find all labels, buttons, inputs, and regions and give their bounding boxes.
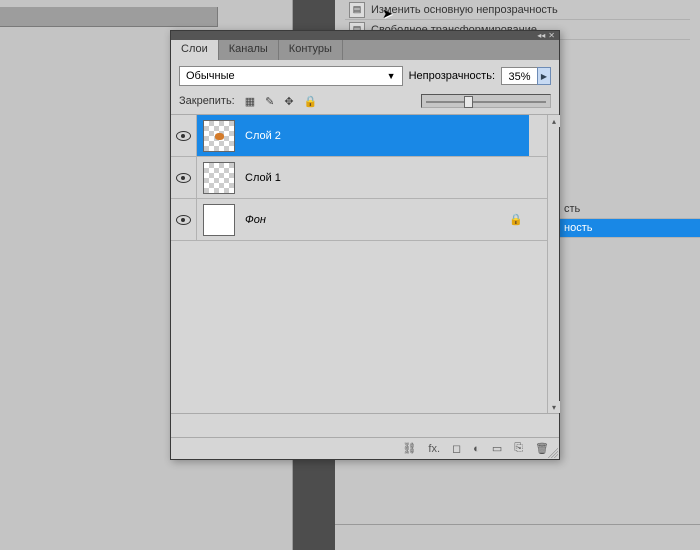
lock-all-icon[interactable]: 🔒: [304, 95, 318, 108]
lock-brush-icon[interactable]: ✎: [265, 95, 274, 108]
lock-move-icon[interactable]: ✥: [284, 95, 293, 108]
tab-layers[interactable]: Слои: [171, 40, 219, 60]
fx-icon[interactable]: fx.: [428, 443, 440, 455]
panel-tabs: Слои Каналы Контуры: [171, 40, 559, 60]
eye-icon: [176, 131, 191, 141]
panel-close-icon[interactable]: ✕: [548, 32, 555, 40]
new-layer-icon[interactable]: ⎘: [514, 442, 523, 455]
bg-side-list: сть ность: [558, 200, 700, 238]
slider-thumb[interactable]: [464, 96, 473, 108]
chevron-down-icon: ▼: [387, 71, 396, 81]
history-item[interactable]: ▤ Изменить основную непрозрачность: [345, 0, 690, 20]
mask-icon[interactable]: ◻: [452, 442, 461, 455]
layer-name[interactable]: Фон: [245, 214, 266, 226]
bg-side-row[interactable]: сть: [558, 200, 700, 219]
visibility-toggle[interactable]: [171, 157, 197, 198]
visibility-toggle[interactable]: [171, 199, 197, 240]
blend-opacity-row: Обычные ▼ Непрозрачность: 35% ▶: [171, 60, 559, 92]
bg-side-row-selected[interactable]: ность: [558, 219, 700, 238]
tab-channels[interactable]: Каналы: [219, 40, 279, 60]
blend-mode-select[interactable]: Обычные ▼: [179, 66, 403, 86]
opacity-label: Непрозрачность:: [409, 70, 495, 82]
group-icon[interactable]: ▭: [492, 442, 502, 455]
layers-panel-footer: ⛓ fx. ◻ ◐ ▭ ⎘ 🗑: [171, 437, 559, 459]
layers-panel: ◂◂ ✕ Слои Каналы Контуры Обычные ▼ Непро…: [170, 30, 560, 460]
eye-icon: [176, 215, 191, 225]
footer-divider: [335, 524, 700, 525]
slider-track: [426, 101, 546, 103]
left-inner-shape: [0, 7, 218, 27]
panel-collapse-icon[interactable]: ◂◂: [537, 32, 545, 40]
layer-thumbnail[interactable]: [203, 120, 235, 152]
visibility-toggle[interactable]: [171, 115, 197, 156]
panel-titlebar[interactable]: ◂◂ ✕: [171, 31, 559, 40]
lock-icon: 🔒: [509, 213, 523, 226]
layer-name[interactable]: Слой 2: [245, 130, 281, 142]
link-layers-icon[interactable]: ⛓: [402, 442, 416, 455]
eye-icon: [176, 173, 191, 183]
layer-row[interactable]: Слой 2: [171, 115, 547, 157]
layers-list: Слой 2 Слой 1 Фон 🔒 ▴ ▾: [171, 114, 559, 414]
blend-mode-value: Обычные: [186, 70, 235, 82]
lock-transparency-icon[interactable]: ▦: [245, 95, 255, 108]
layer-name[interactable]: Слой 1: [245, 172, 281, 184]
opacity-flyout-button[interactable]: ▶: [537, 67, 551, 85]
opacity-input[interactable]: 35%: [501, 67, 537, 85]
scroll-down-icon[interactable]: ▾: [548, 401, 560, 413]
lock-row: Закрепить: ▦ ✎ ✥ 🔒: [171, 92, 559, 114]
history-item-label: Изменить основную непрозрачность: [371, 4, 558, 16]
lock-label: Закрепить:: [179, 95, 235, 107]
layer-row[interactable]: Слой 1: [171, 157, 547, 199]
layer-row[interactable]: Фон 🔒: [171, 199, 547, 241]
tab-paths[interactable]: Контуры: [279, 40, 343, 60]
trash-icon[interactable]: 🗑: [535, 442, 549, 455]
scrollbar[interactable]: ▴ ▾: [547, 115, 559, 413]
fill-slider[interactable]: [421, 94, 551, 108]
resize-grip-icon[interactable]: [548, 448, 558, 458]
history-item-icon: ▤: [349, 2, 365, 18]
adjustment-icon[interactable]: ◐: [473, 443, 480, 455]
layer-thumbnail[interactable]: [203, 204, 235, 236]
layer-thumbnail[interactable]: [203, 162, 235, 194]
scroll-up-icon[interactable]: ▴: [548, 115, 560, 127]
